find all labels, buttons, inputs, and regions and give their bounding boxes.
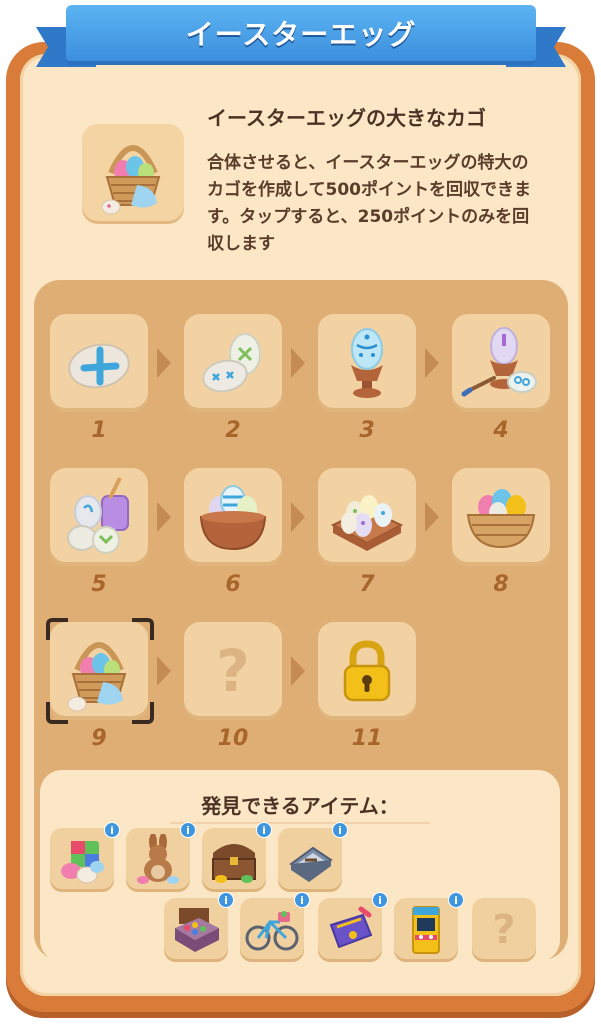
chain-tile-2[interactable]: 2 xyxy=(184,314,282,443)
chain-arrow xyxy=(425,502,439,532)
discoverable-item[interactable]: i xyxy=(278,822,348,892)
chain-level-label: 3 xyxy=(359,418,375,443)
chain-arrow xyxy=(291,348,305,378)
egg-cup-icon xyxy=(351,328,383,398)
unknown-question-icon: ? xyxy=(492,907,516,953)
egg-basket-icon xyxy=(466,489,536,549)
chain-level-label: 11 xyxy=(351,726,383,751)
discoverable-item-unknown[interactable]: ? xyxy=(472,898,536,962)
chain-arrow xyxy=(425,348,439,378)
chain-tile-11-locked[interactable]: 11 xyxy=(318,622,416,751)
divider xyxy=(170,822,430,824)
egg-tray-icon xyxy=(330,495,404,551)
info-icon[interactable]: i xyxy=(104,822,120,838)
padlock-icon xyxy=(343,640,391,702)
discoverable-item[interactable]: i xyxy=(202,822,272,892)
chain-level-label: 6 xyxy=(225,572,241,597)
item-name: イースターエッグの大きなカゴ xyxy=(207,106,486,130)
discoverable-item[interactable]: i xyxy=(394,892,464,962)
tool-case-icon xyxy=(289,846,333,882)
item-icon-tile xyxy=(82,124,184,224)
dialog-title: イースターエッグ xyxy=(185,18,417,51)
chain-level-label: 7 xyxy=(359,572,375,597)
chain-arrow xyxy=(157,348,171,378)
paint-set-icon xyxy=(175,908,219,952)
discoverable-item[interactable]: i xyxy=(164,892,234,962)
item-description: 合体させると、イースターエッグの特大のカゴを作成して500ポイントを回収できます… xyxy=(207,153,531,254)
selection-corner xyxy=(132,702,154,724)
chain-tile-3[interactable]: 3 xyxy=(318,314,416,443)
egg-bowl-icon xyxy=(199,485,267,551)
unknown-question-icon: ? xyxy=(216,637,250,705)
two-eggs-icon xyxy=(202,333,261,393)
egg-basket-large-icon xyxy=(67,642,127,712)
chain-level-label: 8 xyxy=(493,572,509,597)
chain-level-label: 2 xyxy=(225,418,241,443)
chain-arrow xyxy=(157,656,171,686)
info-icon[interactable]: i xyxy=(372,892,388,908)
chain-level-label: 5 xyxy=(91,572,107,597)
chain-level-label: 9 xyxy=(91,726,107,751)
discoverable-item[interactable]: i xyxy=(50,822,120,892)
info-icon[interactable]: i xyxy=(294,892,310,908)
egg-basket-large-icon xyxy=(101,145,161,215)
selection-corner xyxy=(132,618,154,640)
bicycle-icon xyxy=(245,911,299,951)
chain-tile-7[interactable]: 7 xyxy=(318,468,416,597)
arcade-machine-icon xyxy=(412,906,440,954)
info-icon[interactable]: i xyxy=(256,822,272,838)
discoverable-title: 発見できるアイテム： xyxy=(201,794,399,818)
egg-with-brush-icon xyxy=(461,327,537,397)
chain-tile-1[interactable]: 1 xyxy=(50,314,148,443)
chain-tile-6[interactable]: 6 xyxy=(184,468,282,597)
info-icon[interactable]: i xyxy=(448,892,464,908)
chain-level-label: 10 xyxy=(217,726,249,751)
discoverable-item[interactable]: i xyxy=(318,892,388,962)
info-icon[interactable]: i xyxy=(332,822,348,838)
chain-tile-4[interactable]: 4 xyxy=(452,314,550,443)
chain-tile-8[interactable]: 8 xyxy=(452,468,550,597)
title-ribbon: イースターエッグ xyxy=(36,5,566,75)
chain-arrow xyxy=(291,502,305,532)
selection-corner xyxy=(46,702,68,724)
chain-tile-10-unknown[interactable]: ? 10 xyxy=(184,622,282,751)
eggs-with-paint-jar-icon xyxy=(67,477,129,554)
painted-egg-icon xyxy=(68,343,130,389)
chain-arrow xyxy=(157,502,171,532)
treasure-chest-icon xyxy=(212,844,256,883)
chain-level-label: 1 xyxy=(91,418,107,443)
chain-tile-5[interactable]: 5 xyxy=(50,468,148,597)
ribbon-banner: イースターエッグ xyxy=(66,5,536,65)
info-icon[interactable]: i xyxy=(180,822,196,838)
bunny-plush-icon xyxy=(137,834,179,884)
selection-corner xyxy=(46,618,68,640)
discoverable-item[interactable]: i xyxy=(126,822,196,892)
chain-arrow xyxy=(291,656,305,686)
chain-level-label: 4 xyxy=(493,418,509,443)
gift-box-eggs-icon xyxy=(61,841,104,884)
purple-bag-icon xyxy=(329,906,373,949)
discoverable-item[interactable]: i xyxy=(240,892,310,962)
info-icon[interactable]: i xyxy=(218,892,234,908)
